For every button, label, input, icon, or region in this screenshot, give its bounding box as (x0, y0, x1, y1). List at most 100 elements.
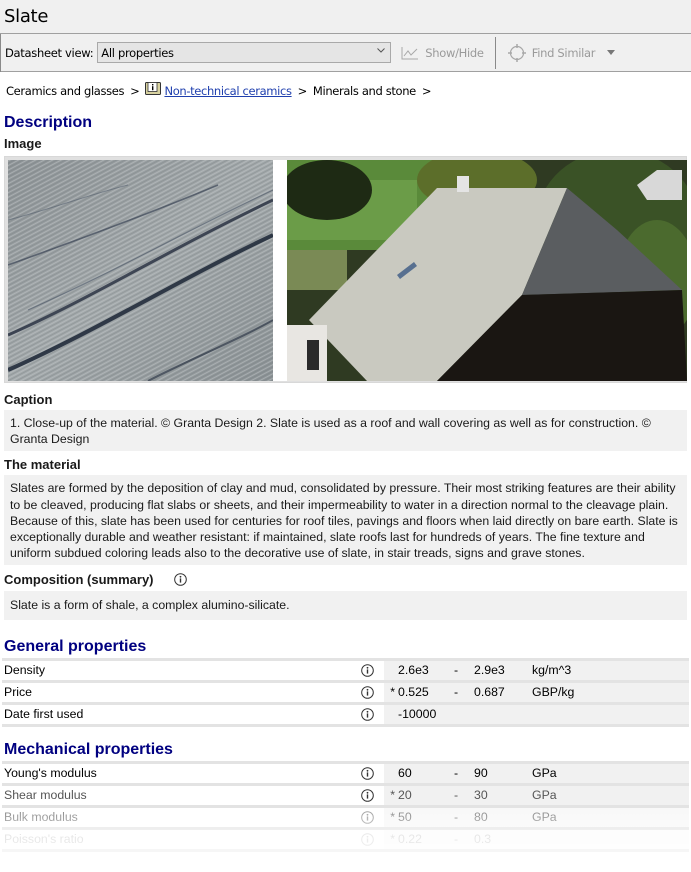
mechanical-properties-heading: Mechanical properties (4, 740, 173, 758)
property-info-cell (350, 703, 384, 725)
property-info-cell (350, 828, 384, 850)
value-high: 2.9e3 (474, 663, 505, 678)
slate-closeup-image[interactable] (8, 160, 273, 381)
property-row[interactable]: Density 2.6e3 - 2.9e3 kg/m^3 (2, 659, 689, 682)
value-unit: GBP/kg (532, 685, 575, 700)
value-low: 20 (398, 788, 412, 803)
value-unit: GPa (532, 766, 557, 781)
property-values: 60 - 90 GPa (384, 762, 689, 785)
toolbar-separator (494, 36, 496, 69)
property-info-cell (350, 806, 384, 828)
value-low: 0.22 (398, 832, 422, 847)
composition-text: Slate is a form of shale, a complex alum… (4, 591, 687, 620)
window-title: Slate (4, 6, 49, 27)
property-row[interactable]: Date first used -10000 (2, 703, 689, 726)
value-unit: kg/m^3 (532, 663, 572, 678)
property-info-cell (350, 659, 384, 681)
estimated-marker: * (390, 685, 395, 700)
find-similar-button[interactable]: Find Similar (507, 43, 621, 62)
property-info-cell (350, 784, 384, 806)
breadcrumb-item-ceramics-and-glasses[interactable]: Ceramics and glasses (6, 84, 124, 98)
toolbar-edge (0, 33, 1, 72)
info-icon[interactable] (173, 573, 187, 587)
image-label: Image (4, 136, 42, 151)
estimated-marker: * (390, 810, 395, 825)
info-icon[interactable] (360, 708, 374, 722)
property-info-cell (350, 762, 384, 784)
breadcrumb-separator: > (130, 84, 140, 98)
breadcrumb-separator: > (421, 84, 432, 98)
property-name: Date first used (4, 707, 84, 722)
property-row[interactable]: Shear modulus * 20 - 30 GPa (2, 784, 689, 807)
value-high: 30 (474, 788, 488, 803)
composition-label: Composition (summary) (4, 572, 154, 588)
property-name: Price (4, 685, 33, 700)
value-range-dash: - (454, 810, 459, 825)
value-low: 50 (398, 810, 412, 825)
breadcrumb: Ceramics and glasses > Non-technical cer… (6, 81, 437, 98)
general-properties-table: Density 2.6e3 - 2.9e3 kg/m^3 Price * 0.5… (2, 658, 689, 727)
dropdown-arrow-icon[interactable] (607, 50, 616, 55)
property-name: Young's modulus (4, 766, 97, 781)
mechanical-properties-table: Young's modulus 60 - 90 GPa Shear modulu… (2, 761, 689, 852)
breadcrumb-separator: > (297, 84, 308, 98)
property-row[interactable]: Young's modulus 60 - 90 GPa (2, 762, 689, 785)
show-hide-label: Show/Hide (425, 45, 484, 60)
value-low: 0.525 (398, 685, 429, 700)
value-range-dash: - (454, 832, 459, 847)
title-bar: Slate (0, 0, 691, 34)
caption-text: 1. Close-up of the material. © Granta De… (4, 410, 687, 452)
info-icon[interactable] (360, 789, 374, 803)
composition-header: Composition (summary) (0, 572, 691, 587)
value-high: 0.687 (474, 685, 505, 700)
property-name: Bulk modulus (4, 810, 78, 825)
info-icon[interactable] (360, 833, 374, 847)
chart-line-icon (401, 46, 419, 59)
property-values: * 0.22 - 0.3 (384, 828, 689, 851)
info-icon[interactable] (360, 811, 374, 825)
property-values: * 20 - 30 GPa (384, 784, 689, 807)
book-info-icon (145, 81, 162, 95)
property-row[interactable]: Poisson's ratio * 0.22 - 0.3 (2, 828, 689, 851)
datasheet-view-value: All properties (101, 45, 174, 60)
property-info-cell (350, 681, 384, 703)
value-unit: GPa (532, 810, 557, 825)
property-name: Poisson's ratio (4, 832, 84, 847)
property-values: * 0.525 - 0.687 GBP/kg (384, 681, 689, 704)
breadcrumb-item-minerals-and-stone[interactable]: Minerals and stone (313, 84, 416, 98)
crosshair-icon (507, 43, 526, 62)
property-name: Density (4, 663, 46, 678)
info-icon[interactable] (360, 686, 374, 700)
info-icon[interactable] (360, 767, 374, 781)
value-range-dash: - (454, 685, 459, 700)
general-properties-heading: General properties (4, 637, 147, 655)
material-label: The material (4, 457, 81, 473)
property-values: * 50 - 80 GPa (384, 806, 689, 829)
property-name: Shear modulus (4, 788, 87, 803)
description-heading: Description (4, 114, 93, 131)
value-high: 0.3 (474, 832, 492, 847)
property-row[interactable]: Price * 0.525 - 0.687 GBP/kg (2, 681, 689, 704)
show-hide-button[interactable]: Show/Hide (401, 45, 484, 60)
property-values: -10000 (384, 703, 689, 726)
datasheet-view-label: Datasheet view: (5, 45, 94, 60)
info-icon[interactable] (360, 664, 374, 678)
datasheet-view-select[interactable]: All properties (97, 42, 392, 63)
value-range-dash: - (454, 663, 459, 678)
breadcrumb-link-non-technical-ceramics[interactable]: Non-technical ceramics (164, 84, 292, 98)
value-range-dash: - (454, 766, 459, 781)
value-low: 2.6e3 (398, 663, 429, 678)
slate-texture-graphic (8, 160, 273, 381)
value-unit: GPa (532, 788, 557, 803)
image-divider (273, 160, 287, 381)
value-high: 80 (474, 810, 488, 825)
property-row[interactable]: Bulk modulus * 50 - 80 GPa (2, 806, 689, 829)
caption-label: Caption (4, 392, 53, 407)
property-values: 2.6e3 - 2.9e3 kg/m^3 (384, 659, 689, 682)
material-text: Slates are formed by the deposition of c… (4, 475, 687, 566)
value-high: 90 (474, 766, 488, 781)
estimated-marker: * (390, 788, 395, 803)
find-similar-label: Find Similar (531, 45, 596, 60)
slate-roof-image[interactable] (287, 160, 687, 381)
toolbar: Datasheet view: All properties Show/Hide… (0, 33, 691, 72)
